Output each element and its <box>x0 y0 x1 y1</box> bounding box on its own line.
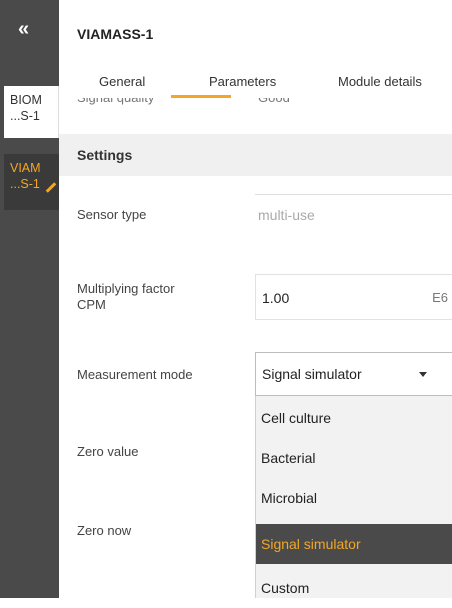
tab-general[interactable]: General <box>99 74 145 89</box>
caret-down-icon <box>419 372 427 377</box>
page-title: VIAMASS-1 <box>77 26 154 42</box>
measurement-mode-label: Measurement mode <box>77 367 193 382</box>
sidebar-item-label: BIOM <box>10 93 42 107</box>
measurement-mode-select[interactable]: Signal simulator <box>255 352 452 396</box>
signal-quality-label: Signal quality <box>77 98 154 106</box>
settings-section-header: Settings <box>59 134 452 176</box>
multiplying-factor-label: Multiplying factor CPM <box>77 281 175 313</box>
multiplying-factor-label-line2: CPM <box>77 297 106 312</box>
sidebar: « BIOM ...S-1 VIAM ...S-1 <box>0 0 59 598</box>
measurement-mode-dropdown: Cell culture Bacterial Microbial Signal … <box>255 396 452 598</box>
header: VIAMASS-1 <box>59 0 452 65</box>
option-bacterial[interactable]: Bacterial <box>256 438 452 478</box>
multiplying-factor-input[interactable]: 1.00 E6 <box>255 274 452 320</box>
active-tab-indicator <box>171 95 231 98</box>
settings-heading: Settings <box>77 147 133 163</box>
main-panel: VIAMASS-1 General Parameters Module deta… <box>59 0 452 598</box>
option-custom[interactable]: Custom <box>256 568 452 608</box>
tab-parameters[interactable]: Parameters <box>209 74 276 89</box>
sidebar-item-biomass[interactable]: BIOM ...S-1 <box>4 86 59 138</box>
option-microbial[interactable]: Microbial <box>256 478 452 518</box>
tab-module-details[interactable]: Module details <box>338 74 422 89</box>
multiplying-factor-label-line1: Multiplying factor <box>77 281 175 296</box>
zero-now-label: Zero now <box>77 523 132 538</box>
measurement-mode-selected: Signal simulator <box>262 366 362 382</box>
option-cell-culture[interactable]: Cell culture <box>256 398 452 438</box>
sidebar-item-sublabel: ...S-1 <box>10 109 40 123</box>
sidebar-item-viamass[interactable]: VIAM ...S-1 <box>4 154 59 210</box>
multiplying-factor-value: 1.00 <box>262 290 290 306</box>
sensor-type-value: multi-use <box>258 207 315 223</box>
multiplying-factor-unit: E6 <box>432 290 448 305</box>
sidebar-item-label: VIAM <box>10 161 41 175</box>
option-signal-simulator[interactable]: Signal simulator <box>256 524 452 564</box>
zero-value-label: Zero value <box>77 444 139 459</box>
divider <box>255 194 452 195</box>
tab-bar: General Parameters Module details <box>59 64 452 98</box>
collapse-sidebar-button[interactable]: « <box>0 0 59 64</box>
signal-quality-value: Good <box>258 98 290 106</box>
sensor-type-label: Sensor type <box>77 207 147 222</box>
double-chevron-left-icon: « <box>17 17 30 40</box>
